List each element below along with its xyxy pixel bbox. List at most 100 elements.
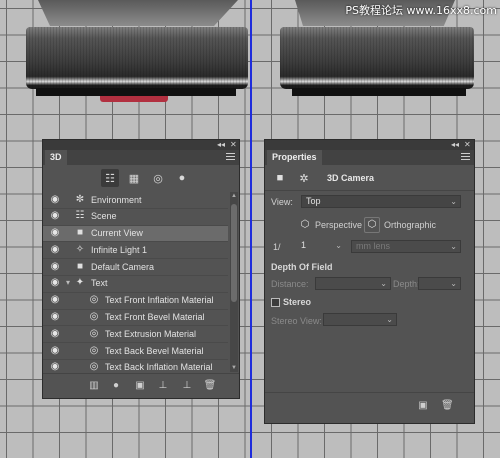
layer-row[interactable]: ◉ ■ Current View: [43, 225, 228, 243]
close-icon[interactable]: ✕: [230, 140, 237, 150]
camera-icon[interactable]: ■: [273, 172, 287, 184]
3d-panel-footer: ▥ ● ▣ ⊥ ⊥ 🗑: [43, 373, 239, 398]
visibility-eye-icon[interactable]: ◉: [47, 343, 63, 360]
drop-to-plane-icon[interactable]: ⊥: [156, 379, 170, 393]
layer-row[interactable]: ◉ ▾ ✦ Text: [43, 276, 228, 293]
panel-menu-icon[interactable]: [226, 153, 235, 160]
light-filter-icon[interactable]: ●: [173, 169, 191, 187]
scroll-thumb[interactable]: [231, 204, 237, 302]
visibility-eye-icon[interactable]: ◉: [47, 292, 63, 309]
3d-cylinder-left: [26, 27, 248, 89]
visibility-eye-icon[interactable]: ◉: [47, 326, 63, 343]
panel-titlebar[interactable]: ◂◂ ✕: [265, 140, 474, 150]
properties-header: ■ ✲ 3D Camera: [273, 170, 374, 186]
3d-cylinder-right: [280, 27, 474, 89]
chevron-down-icon: ⌄: [450, 279, 457, 288]
layer-row[interactable]: ◉ ✧ Infinite Light 1: [43, 242, 228, 260]
material-icon: ◎: [89, 327, 99, 339]
layer-row[interactable]: ◉ ✼ Environment: [43, 192, 228, 209]
scene-filter-icon[interactable]: ☷: [101, 169, 119, 187]
mesh-filter-icon[interactable]: ▦: [125, 169, 143, 187]
visibility-eye-icon[interactable]: ◉: [47, 309, 63, 326]
view-value: Top: [306, 196, 321, 206]
tab-3d[interactable]: 3D: [45, 150, 67, 165]
text-mesh-icon: ✦: [75, 277, 85, 289]
perspective-icon[interactable]: ⬡: [297, 217, 313, 233]
orthographic-label[interactable]: Orthographic: [384, 220, 436, 230]
visibility-eye-icon[interactable]: ◉: [47, 359, 63, 372]
scroll-down-icon[interactable]: ▼: [230, 365, 238, 371]
stereo-view-select[interactable]: ⌄: [323, 313, 397, 326]
material-icon: ◎: [89, 294, 99, 306]
layer-name: Text: [91, 278, 108, 289]
layer-row[interactable]: ◉ ◎ Text Extrusion Material: [43, 326, 228, 344]
vertical-guide-line[interactable]: [250, 0, 252, 458]
orthographic-icon[interactable]: ⬡: [364, 217, 380, 233]
chevron-down-icon: ⌄: [380, 279, 387, 288]
layer-row[interactable]: ◉ ◎ Text Front Inflation Material: [43, 293, 228, 310]
distance-field[interactable]: ⌄: [315, 277, 391, 290]
dof-title: Depth Of Field: [271, 262, 333, 272]
layer-name: Text Back Bevel Material: [105, 345, 204, 356]
red-text-edge: [100, 96, 168, 102]
material-filter-icon[interactable]: ◎: [149, 169, 167, 187]
delete-icon[interactable]: 🗑: [441, 400, 454, 411]
layer-row[interactable]: ◉ ◎ Text Back Bevel Material: [43, 343, 228, 360]
render-icon[interactable]: ▣: [417, 400, 429, 411]
tab-properties[interactable]: Properties: [267, 150, 322, 165]
mesh-icon[interactable]: ▥: [87, 379, 101, 393]
infinite-light-icon: ✧: [75, 243, 85, 255]
layer-name: Default Camera: [91, 261, 155, 272]
scene-icon: ☷: [75, 210, 85, 222]
visibility-eye-icon[interactable]: ◉: [47, 208, 63, 225]
new-mesh-icon[interactable]: ⊥: [180, 379, 194, 393]
perspective-label[interactable]: Perspective: [315, 220, 362, 230]
collapse-icon[interactable]: ◂◂: [451, 140, 459, 150]
stereo-checkbox[interactable]: [271, 298, 280, 307]
view-select[interactable]: Top ⌄: [301, 195, 461, 208]
fov-input[interactable]: 1 ⌄: [297, 240, 345, 253]
layer-row[interactable]: ◉ ◎ Text Back Inflation Material: [43, 360, 228, 372]
stereo-label[interactable]: Stereo: [283, 297, 311, 307]
chevron-down-icon: ⌄: [450, 242, 457, 251]
layer-name: Environment: [91, 194, 142, 205]
delete-icon[interactable]: 🗑: [203, 379, 217, 393]
layer-scrollbar[interactable]: ▲ ▼: [230, 192, 238, 372]
panel-titlebar[interactable]: ◂◂ ✕: [43, 140, 239, 150]
coordinates-icon[interactable]: ✲: [297, 172, 311, 185]
layer-name: Current View: [91, 228, 143, 239]
cylinder-base-left: [36, 88, 236, 96]
layer-row[interactable]: ◉ ◎ Text Front Bevel Material: [43, 310, 228, 327]
panel-menu-icon[interactable]: [461, 153, 470, 160]
layer-row[interactable]: ◉ ■ Default Camera: [43, 259, 228, 276]
scroll-up-icon[interactable]: ▲: [230, 193, 238, 199]
visibility-eye-icon[interactable]: ◉: [47, 259, 63, 276]
expand-caret-icon[interactable]: ▾: [63, 275, 73, 292]
material-icon: ◎: [89, 361, 99, 372]
layer-name: Text Front Bevel Material: [105, 312, 205, 323]
render-icon[interactable]: ▣: [133, 379, 147, 393]
section-title: 3D Camera: [327, 173, 375, 183]
visibility-eye-icon[interactable]: ◉: [47, 225, 63, 242]
layer-row[interactable]: ◉ ☷ Scene: [43, 209, 228, 226]
lens-select[interactable]: mm lens ⌄: [351, 240, 461, 253]
close-icon[interactable]: ✕: [464, 140, 471, 150]
visibility-eye-icon[interactable]: ◉: [47, 192, 63, 208]
divider: [265, 190, 474, 191]
distance-label: Distance:: [271, 279, 309, 289]
camera-icon: ■: [76, 260, 84, 272]
cylinder-base-right: [292, 88, 466, 96]
layer-name: Text Back Inflation Material: [105, 362, 213, 372]
stereo-view-label: Stereo View:: [271, 316, 322, 326]
3d-object-top-left: [38, 0, 238, 26]
chevron-down-icon: ⌄: [386, 315, 393, 324]
layer-name: Infinite Light 1: [91, 244, 148, 255]
depth-field[interactable]: ⌄: [418, 277, 461, 290]
depth-label: Depth:: [393, 279, 420, 289]
visibility-eye-icon[interactable]: ◉: [47, 275, 63, 292]
add-light-icon[interactable]: ●: [109, 379, 123, 393]
visibility-eye-icon[interactable]: ◉: [47, 242, 63, 259]
chevron-down-icon: ⌄: [450, 197, 457, 206]
properties-panel: ◂◂ ✕ Properties ■ ✲ 3D Camera View: Top …: [264, 139, 475, 424]
collapse-icon[interactable]: ◂◂: [217, 140, 225, 150]
